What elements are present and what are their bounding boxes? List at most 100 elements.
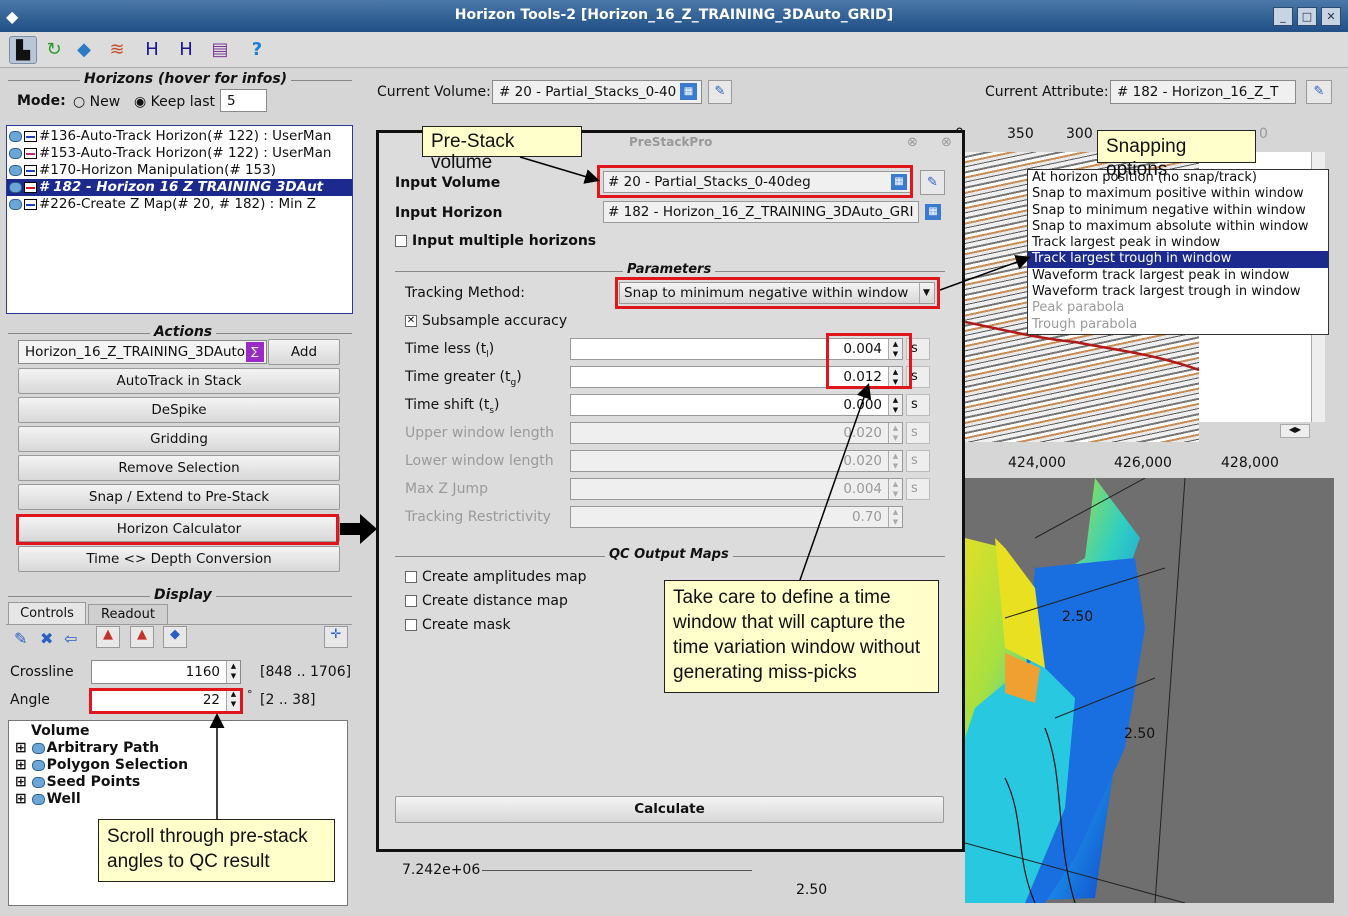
remove-selection-button[interactable]: Remove Selection — [18, 455, 340, 481]
pencil-icon[interactable]: ✎ — [14, 629, 27, 648]
time-shift-input[interactable]: 0.000 — [570, 394, 903, 416]
horizon-item[interactable]: #170-Horizon Manipulation(# 153) — [9, 162, 276, 179]
surface-red-icon[interactable]: ▲ — [96, 626, 120, 648]
checkbox-icon[interactable] — [395, 235, 407, 247]
horizontal-scrollbar[interactable]: ◀▶ — [1280, 424, 1310, 438]
crossline-spinner[interactable]: ▲ ▼ — [226, 661, 240, 683]
tree-seed-points[interactable]: ⊞ Seed Points — [15, 774, 140, 790]
gridding-button[interactable]: Gridding — [18, 426, 340, 452]
current-volume-select[interactable]: # 20 - Partial_Stacks_0-40 — [492, 80, 702, 104]
surface-alt-icon[interactable]: ▲ — [130, 626, 154, 648]
tree-polygon-selection[interactable]: ⊞ Polygon Selection — [15, 757, 188, 773]
horizon-tool-icon[interactable]: ▙ — [9, 36, 37, 64]
keep-last-input[interactable]: 5 — [220, 89, 267, 112]
time-depth-button[interactable]: Time <> Depth Conversion — [18, 546, 340, 572]
snap-option[interactable]: At horizon position (no snap/track) — [1028, 170, 1328, 186]
snap-option[interactable]: Snap to maximum absolute within window — [1028, 219, 1328, 235]
unit-label: s — [906, 450, 930, 472]
picker-icon[interactable]: ✎ — [920, 170, 945, 195]
snap-option[interactable]: Snap to maximum positive within window — [1028, 186, 1328, 202]
multiple-horizons-checkbox[interactable]: Input multiple horizons — [395, 233, 596, 249]
checkbox-icon[interactable] — [405, 619, 417, 631]
calculate-button[interactable]: Calculate — [395, 796, 944, 823]
plane-icon[interactable]: ◆ — [163, 626, 187, 648]
add-button[interactable]: Add — [268, 339, 340, 365]
window-title: Horizon Tools-2 [Horizon_16_Z_TRAINING_3… — [454, 7, 894, 23]
visibility-icon[interactable] — [31, 759, 45, 771]
snap-option[interactable]: Track largest peak in window — [1028, 235, 1328, 251]
snap-option[interactable]: Waveform track largest peak in window — [1028, 268, 1328, 284]
visibility-icon[interactable] — [9, 164, 22, 176]
mode-keep-radio[interactable]: ◉ Keep last — [134, 94, 215, 110]
visibility-icon[interactable] — [9, 130, 22, 142]
current-attribute-select[interactable]: # 182 - Horizon_16_Z_T — [1110, 80, 1296, 104]
grid-icon[interactable]: ▦ — [925, 204, 941, 220]
color-swatch — [24, 147, 37, 159]
mode-new-radio[interactable]: ○ New — [73, 94, 120, 110]
horizon-item[interactable]: #136-Auto-Track Horizon(# 122) : UserMan — [9, 128, 331, 145]
back-arrow-icon[interactable]: ⇦ — [64, 629, 77, 648]
dialog-minimize-icon[interactable]: ⊗ — [907, 135, 918, 150]
visibility-icon[interactable] — [31, 742, 45, 754]
autotrack-button[interactable]: AutoTrack in Stack — [18, 368, 340, 394]
amplitudes-map-checkbox[interactable]: Create amplitudes map — [405, 569, 587, 585]
tree-volume[interactable]: Volume — [31, 723, 90, 739]
picker-icon[interactable]: ✎ — [708, 80, 732, 104]
layers-icon[interactable]: ≋ — [103, 36, 131, 64]
tab-readout[interactable]: Readout — [88, 604, 168, 625]
save-as-horizon-icon[interactable]: H — [172, 36, 200, 64]
angle-unit: ° — [247, 688, 253, 701]
axis-tick: 300 — [1066, 126, 1093, 142]
horizon-item[interactable]: #226-Create Z Map(# 20, # 182) : Min Z — [9, 196, 316, 213]
tracking-method-label: Tracking Method: — [405, 285, 525, 301]
visibility-icon[interactable] — [9, 147, 22, 159]
horizon-item-selected[interactable]: # 182 - Horizon 16 Z TRAINING 3DAut — [7, 179, 352, 196]
snap-option-selected[interactable]: Track largest trough in window — [1028, 251, 1328, 268]
subsample-checkbox[interactable]: ✕ Subsample accuracy — [405, 313, 567, 329]
maximize-button[interactable]: □ — [1297, 7, 1317, 26]
distance-map-checkbox[interactable]: Create distance map — [405, 593, 568, 609]
despike-button[interactable]: DeSpike — [18, 397, 340, 423]
surface-icon[interactable]: ◆ — [70, 36, 98, 64]
crossline-input[interactable]: 1160 — [91, 660, 241, 684]
calculator-icon[interactable]: ∑ — [246, 342, 264, 362]
refresh-icon[interactable]: ↻ — [40, 36, 68, 64]
horizon-item[interactable]: #153-Auto-Track Horizon(# 122) : UserMan — [9, 145, 331, 162]
unit-label: s — [906, 394, 930, 416]
cross-icon[interactable]: ✖ — [40, 629, 53, 648]
tree-well[interactable]: ⊞ Well — [15, 791, 81, 807]
attribute-picker-icon[interactable]: ✎ — [1306, 80, 1332, 104]
spinner[interactable]: ▲ ▼ — [888, 395, 902, 415]
grid-icon[interactable]: ▦ — [680, 83, 697, 100]
dialog-close-icon[interactable]: ⊗ — [941, 135, 952, 150]
visibility-icon[interactable] — [9, 181, 22, 193]
stack-icon[interactable]: ▤ — [206, 36, 234, 64]
tab-controls[interactable]: Controls — [8, 602, 86, 625]
visibility-icon[interactable] — [9, 198, 22, 210]
input-horizon-select[interactable]: # 182 - Horizon_16_Z_TRAINING_3DAuto_GRI — [603, 201, 919, 223]
snap-option[interactable]: Snap to minimum negative within window — [1028, 203, 1328, 219]
visibility-icon[interactable] — [31, 793, 45, 805]
callout-prestack: Pre-Stack volume — [422, 126, 582, 173]
map-view — [965, 478, 1334, 903]
visibility-icon[interactable] — [31, 776, 45, 788]
unit-label: s — [906, 478, 930, 500]
qc-title: QC Output Maps — [605, 547, 733, 562]
close-button[interactable]: ✕ — [1321, 7, 1341, 26]
minimize-button[interactable]: _ — [1273, 7, 1293, 26]
checkbox-checked-icon[interactable]: ✕ — [405, 315, 417, 327]
snap-extend-button[interactable]: Snap / Extend to Pre-Stack — [18, 484, 340, 510]
help-icon[interactable]: ? — [243, 36, 271, 64]
checkbox-icon[interactable] — [405, 595, 417, 607]
checkbox-icon[interactable] — [405, 571, 417, 583]
create-mask-checkbox[interactable]: Create mask — [405, 617, 511, 633]
horizon-select[interactable]: Horizon_16_Z_TRAINING_3DAuto — [18, 340, 267, 364]
tree-arbitrary-path[interactable]: ⊞ Arbitrary Path — [15, 740, 159, 756]
lower-window-input: 0.020 — [570, 450, 903, 472]
crosshair-icon[interactable]: ✛ — [324, 626, 348, 648]
toolbar: ▙ ↻ ◆ ≋ H H ▤ ? — [0, 32, 1348, 68]
snap-option[interactable]: Waveform track largest trough in window — [1028, 284, 1328, 300]
spinner: ▲ ▼ — [888, 451, 902, 471]
y-axis-tick: 7.242e+06 — [402, 862, 481, 878]
save-horizon-icon[interactable]: H — [138, 36, 166, 64]
